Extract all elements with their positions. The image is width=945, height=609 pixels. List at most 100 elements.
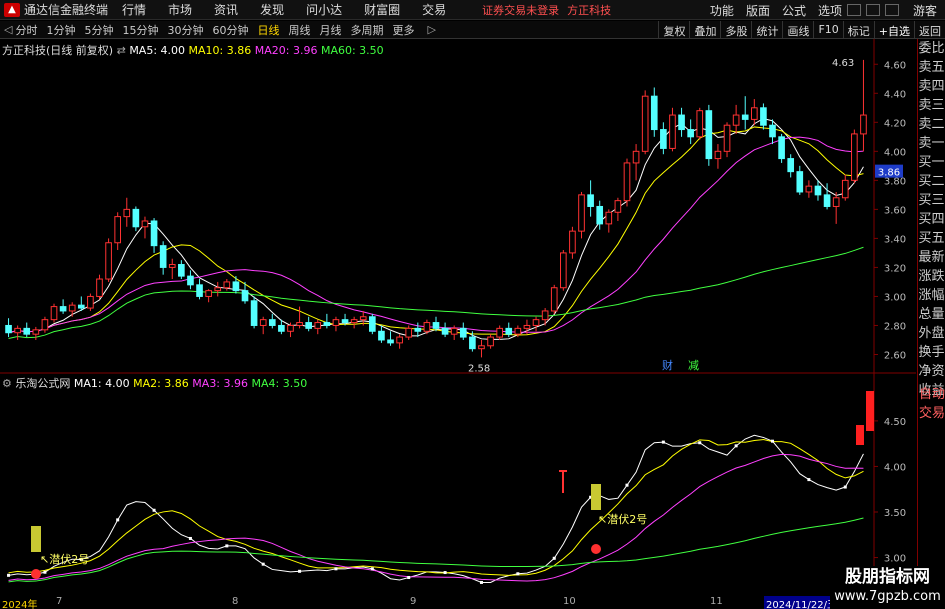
candle-body <box>241 290 249 302</box>
close-icon[interactable] <box>884 4 899 16</box>
candle-body <box>732 114 740 126</box>
panel-volume[interactable]: 总量 <box>918 305 945 324</box>
candle-body <box>232 281 240 292</box>
login-warning[interactable]: 证券交易未登录 <box>482 2 559 18</box>
menu-market[interactable]: 市场 <box>168 1 192 18</box>
menu-options[interactable]: 选项 <box>818 2 842 19</box>
menu-function[interactable]: 功能 <box>710 2 734 19</box>
panel-ask3[interactable]: 卖三 <box>918 96 945 115</box>
candle-body <box>687 129 694 138</box>
panel-bid-ratio[interactable]: 委比 <box>918 39 945 58</box>
settings-icon[interactable]: ⚙ <box>2 377 15 390</box>
menu-ask[interactable]: 问小达 <box>306 1 342 18</box>
candle-body <box>459 327 467 338</box>
panel-bid4[interactable]: 买四 <box>918 210 945 229</box>
panel-ask4[interactable]: 卖四 <box>918 77 945 96</box>
candle-body <box>168 264 176 268</box>
stats-button[interactable]: 统计 <box>751 21 782 39</box>
candle-body <box>205 290 212 297</box>
chevron-right-icon[interactable]: ▷ <box>427 23 435 36</box>
period-60min[interactable]: 60分钟 <box>212 22 248 38</box>
overlay-button[interactable]: 叠加 <box>689 21 720 39</box>
period-monthly[interactable]: 月线 <box>319 22 341 38</box>
price-tick-label: 4.20 <box>884 118 906 129</box>
sub-chart-lines <box>7 434 864 584</box>
ma-line-1 <box>8 126 864 336</box>
sub-dot <box>261 562 265 566</box>
sub-dot <box>407 575 411 579</box>
menu-guest[interactable]: 游客 <box>913 2 937 19</box>
switch-icon[interactable]: ⇄ <box>117 44 130 57</box>
candle-body <box>105 242 112 280</box>
panel-net-asset[interactable]: 净资 <box>918 362 945 381</box>
period-more[interactable]: 更多 <box>392 22 414 38</box>
candle-body <box>250 300 258 326</box>
period-weekly[interactable]: 周线 <box>288 22 310 38</box>
candle-body <box>696 110 704 138</box>
candle-body <box>141 220 149 228</box>
back-button[interactable]: 返回 <box>914 21 945 39</box>
menu-formula[interactable]: 公式 <box>782 2 806 19</box>
candle-body <box>478 345 485 350</box>
panel-change-pct[interactable]: 涨幅 <box>918 286 945 305</box>
adjust-button[interactable]: 复权 <box>658 21 689 39</box>
price-tick-label: 2.80 <box>884 321 906 332</box>
panel-bid2[interactable]: 买二 <box>918 172 945 191</box>
add-favorite-button[interactable]: +自选 <box>873 21 914 39</box>
sub-chart-header: ⚙ 乐淘公式网 MA1: 4.00 MA2: 3.86 MA3: 3.96 MA… <box>2 375 307 391</box>
red-bar <box>866 391 874 431</box>
panel-change[interactable]: 涨跌 <box>918 267 945 286</box>
quote-side-panel: 委比 卖五 卖四 卖三 卖二 卖一 买一 买二 买三 买四 买五 最新 涨跌 涨… <box>917 39 945 596</box>
sub-line-0 <box>8 434 864 583</box>
price-tick-label: 3.40 <box>884 234 906 245</box>
signal-bar <box>31 526 41 552</box>
menu-layout[interactable]: 版面 <box>746 2 770 19</box>
candle-body <box>278 324 285 332</box>
period-5min[interactable]: 5分钟 <box>84 22 113 38</box>
menu-wealth[interactable]: 财富圈 <box>364 1 400 18</box>
f10-button[interactable]: F10 <box>813 21 842 39</box>
period-daily[interactable]: 日线 <box>257 22 279 38</box>
menu-trade[interactable]: 交易 <box>422 1 446 18</box>
period-timeshare[interactable]: 分时 <box>15 22 37 38</box>
period-15min[interactable]: 15分钟 <box>122 22 158 38</box>
panel-turnover[interactable]: 换手 <box>918 343 945 362</box>
candle-body <box>714 150 722 160</box>
ma-line-0 <box>8 117 864 340</box>
auto-trade[interactable]: 自动 交易 <box>918 385 945 423</box>
sub-tick-label: 3.00 <box>884 554 906 565</box>
panel-bid3[interactable]: 买三 <box>918 191 945 210</box>
panel-bid5[interactable]: 买五 <box>918 229 945 248</box>
signal-dot <box>591 544 601 554</box>
app-logo-icon: ▲ <box>4 2 20 17</box>
menu-discover[interactable]: 发现 <box>260 1 284 18</box>
candle-body <box>750 107 758 120</box>
menu-news[interactable]: 资讯 <box>214 1 238 18</box>
mark-button[interactable]: 标记 <box>842 21 874 39</box>
panel-ask1[interactable]: 卖一 <box>918 134 945 153</box>
menu-quotes[interactable]: 行情 <box>122 1 146 18</box>
candle-body <box>860 114 867 135</box>
panel-ask5[interactable]: 卖五 <box>918 58 945 77</box>
ma60-label: MA60: 3.50 <box>320 44 384 57</box>
stock-brand: 方正科技 <box>567 3 612 17</box>
candle-body <box>814 185 822 196</box>
minimize-icon[interactable] <box>846 4 861 16</box>
draw-button[interactable]: 画线 <box>782 21 813 39</box>
candle-body <box>223 281 231 289</box>
panel-latest[interactable]: 最新 <box>918 248 945 267</box>
date-nov: 11 <box>710 596 723 607</box>
period-1min[interactable]: 1分钟 <box>46 22 75 38</box>
multi-stock-button[interactable]: 多股 <box>720 21 751 39</box>
candle-body <box>469 336 476 350</box>
maximize-icon[interactable] <box>865 4 880 16</box>
kline-chart[interactable]: 4.604.404.204.003.803.603.403.203.002.80… <box>0 39 916 596</box>
period-multi[interactable]: 多周期 <box>350 22 383 38</box>
period-30min[interactable]: 30分钟 <box>167 22 203 38</box>
candle-body <box>432 322 440 329</box>
chevron-left-icon[interactable]: ◁ <box>4 23 12 36</box>
panel-outer[interactable]: 外盘 <box>918 324 945 343</box>
panel-ask2[interactable]: 卖二 <box>918 115 945 134</box>
candle-body <box>605 211 613 225</box>
panel-bid1[interactable]: 买一 <box>918 153 945 172</box>
